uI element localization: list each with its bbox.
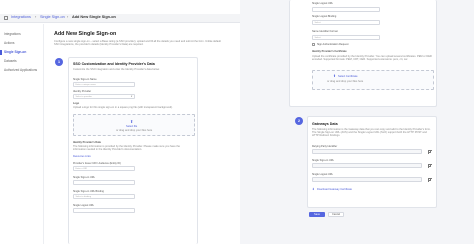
relying-party-field: [312, 149, 422, 154]
upload-icon: ⬆: [130, 119, 134, 124]
sign-request-label: Sign Authentication Request: [317, 43, 349, 46]
identity-provider-select[interactable]: Select a provider: [73, 94, 135, 99]
logo-dropzone[interactable]: ⬆ Select file or drag and drop your file…: [73, 114, 195, 136]
card-title: SSO Customization and Identity Provider'…: [73, 62, 155, 66]
app-window: Integrations › Single Sign-on › Add New …: [0, 0, 474, 244]
download-certificate-link[interactable]: Download Gateway Certificate: [317, 188, 352, 191]
left-screenshot-panel: Integrations › Single Sign-on › Add New …: [0, 0, 240, 244]
copy-icon[interactable]: [427, 149, 432, 155]
sign-request-checkbox[interactable]: [312, 43, 315, 46]
logout-binding-select[interactable]: Select: [312, 20, 380, 25]
logo-description: Upload a logo for this single sign-on in…: [73, 106, 173, 109]
signon-name-label: Single Sign-on Name: [73, 78, 97, 81]
gateway-logout-url-field: [312, 177, 422, 182]
gateway-logout-url-label: Single Logout URL: [312, 173, 333, 176]
sidebar-item-authorized-applications[interactable]: Authorized Applications: [4, 68, 37, 73]
logout-url-label: Single Logout URL: [73, 204, 94, 207]
logout-url-label: Single Logout URL: [312, 2, 333, 5]
signon-binding-select[interactable]: Select a binding: [73, 194, 135, 199]
breadcrumb-integrations[interactable]: Integrations: [11, 15, 31, 19]
gateways-data-card: Gateways Data The following information …: [307, 116, 437, 208]
idp-data-description: The following information is provided by…: [73, 145, 180, 152]
certificate-dropzone[interactable]: ⬆ Select Certificate or drag and drop yo…: [312, 70, 434, 90]
page-title: Add New Single Sign-on: [54, 31, 117, 37]
breadcrumb-separator: ›: [35, 15, 37, 19]
step-1-indicator: 1: [55, 58, 63, 66]
copy-icon[interactable]: [427, 177, 432, 183]
gateways-card-description: The following information is the Gateway…: [312, 128, 431, 138]
entity-id-input[interactable]: Enter a URI: [73, 166, 135, 171]
copy-icon[interactable]: [427, 163, 432, 169]
sidebar-item-integrations[interactable]: Integrations: [4, 32, 21, 37]
right-screenshot-panel: Single Logout URL Single Logout Binding …: [240, 0, 474, 244]
signon-url-input[interactable]: [73, 180, 135, 185]
page-description: Configure a new single sign-on – select …: [54, 40, 221, 47]
relying-party-label: Relying Party Identifier: [312, 145, 338, 148]
sidebar-item-single-signon[interactable]: Single Sign-on: [0, 49, 26, 55]
logout-url-input[interactable]: [73, 208, 135, 213]
gateway-signon-url-label: Single Sign-on URL: [312, 159, 334, 162]
save-button[interactable]: Save: [309, 212, 325, 217]
idp-data-title: Identity Provider's Data: [73, 141, 101, 144]
select-file-link[interactable]: Select file: [126, 125, 137, 128]
gateways-card-title: Gateways Data: [312, 122, 338, 126]
download-icon: ⬇: [312, 187, 315, 191]
breadcrumb-separator: ›: [67, 15, 69, 19]
name-id-format-label: Name Identifier Format: [312, 30, 338, 33]
breadcrumb-single-signon[interactable]: Single Sign-on: [40, 15, 65, 19]
sso-customization-card: SSO Customization and Identity Provider'…: [68, 57, 198, 244]
gateway-signon-url-field: [312, 163, 422, 168]
home-icon[interactable]: [4, 16, 8, 20]
signon-binding-label: Single Sign-on URL Binding: [73, 190, 104, 193]
certificate-description: Upload the certificate provided by the I…: [312, 55, 432, 62]
resources-link[interactable]: Resources Links: [73, 155, 91, 158]
step-2-indicator: 2: [295, 117, 303, 125]
certificate-title: Identity Provider's Certificate: [312, 50, 347, 53]
logout-binding-label: Single Logout Binding: [312, 15, 337, 18]
cancel-button[interactable]: Cancel: [328, 212, 344, 217]
identity-provider-label: Identity Provider: [73, 90, 92, 93]
signon-url-label: Single Sign-on URL: [73, 176, 95, 179]
upload-icon: ⬆: [333, 74, 336, 78]
upload-hint: or drag and drop your files here: [116, 129, 153, 132]
sso-customization-card-continued: Single Logout URL Single Logout Binding …: [289, 0, 437, 107]
breadcrumb: Integrations › Single Sign-on › Add New …: [0, 14, 240, 23]
sidebar: Integrations Actions Single Sign-on Data…: [0, 24, 44, 244]
sidebar-item-datasets[interactable]: Datasets: [4, 59, 17, 64]
chevron-down-icon: ▾: [131, 95, 133, 98]
certificate-upload-hint: or drag and drop your files here: [327, 80, 364, 83]
breadcrumb-current: Add New Single Sign-on: [72, 15, 116, 19]
signon-name-input[interactable]: Enter a unique name: [73, 82, 135, 87]
name-id-format-select[interactable]: Select: [312, 35, 380, 40]
logo-label: Logo: [73, 102, 80, 105]
sidebar-item-actions[interactable]: Actions: [4, 41, 14, 46]
select-certificate-link[interactable]: Select Certificate: [338, 75, 358, 78]
entity-id-label: Provider's Issuer URI / Audience (Entity…: [73, 162, 121, 165]
card-description: Customize the SSO integration and enter …: [73, 68, 160, 71]
logout-url-input[interactable]: [312, 7, 380, 12]
